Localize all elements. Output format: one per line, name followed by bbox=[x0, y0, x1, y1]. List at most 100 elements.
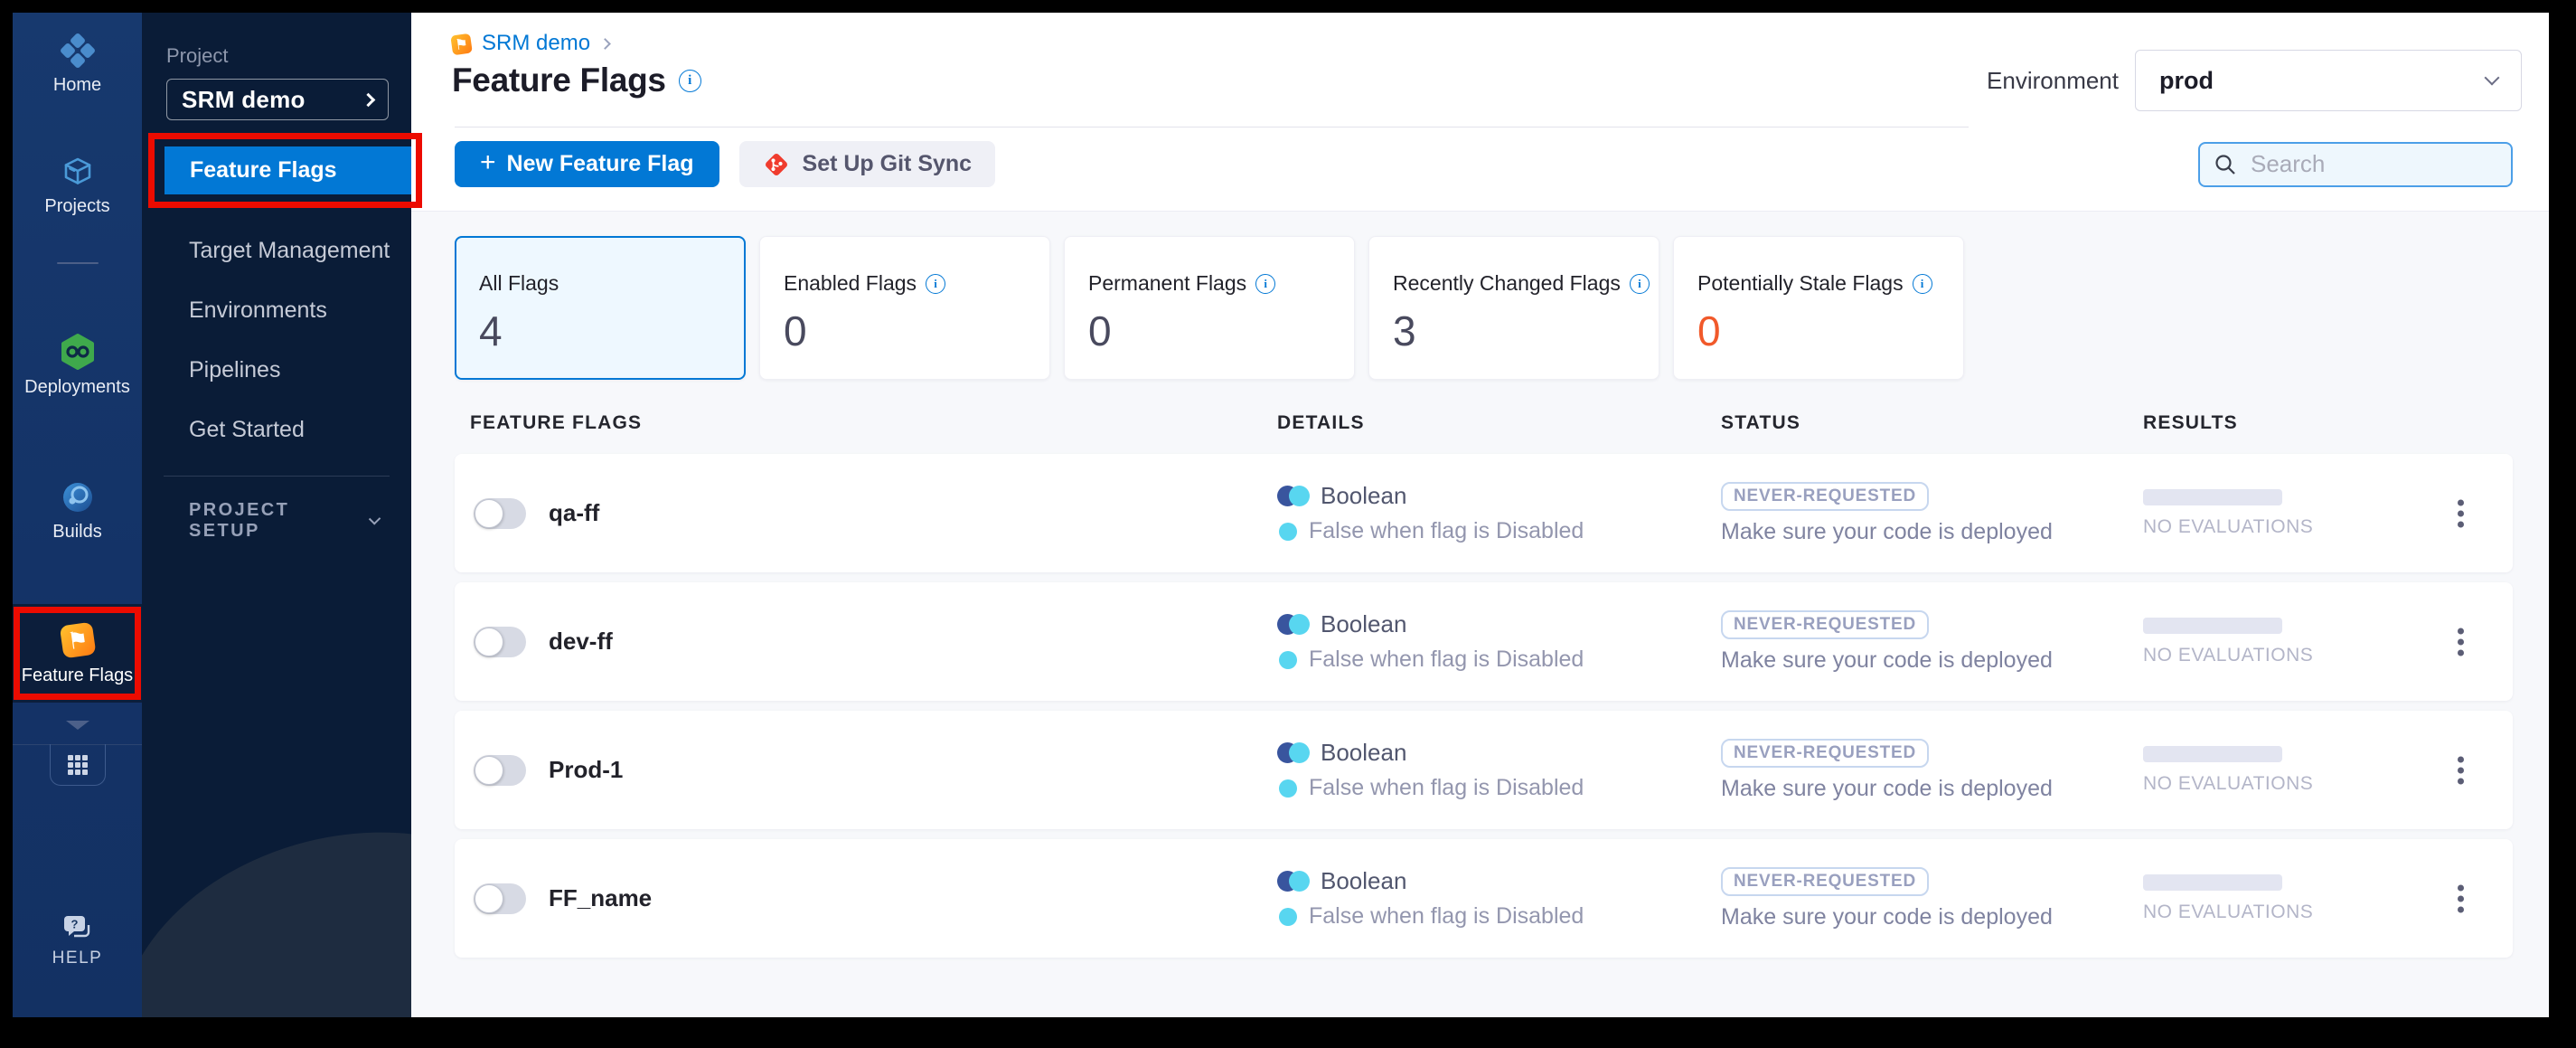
sidebar-item-label: Projects bbox=[44, 196, 110, 216]
stat-card-value: 0 bbox=[1697, 307, 1721, 354]
stat-card[interactable]: Potentially Stale Flags i 0 bbox=[1673, 236, 1964, 380]
stat-card-label: Permanent Flags bbox=[1088, 271, 1247, 295]
nav-item-pipelines[interactable]: Pipelines bbox=[142, 340, 411, 400]
flag-type: Boolean bbox=[1321, 867, 1407, 894]
row-menu-button[interactable] bbox=[2452, 751, 2469, 789]
feature-flag-row[interactable]: qa-ff Boolean False when flag is Disable… bbox=[455, 454, 2513, 572]
feature-flag-row[interactable]: FF_name Boolean False when flag is Disab… bbox=[455, 839, 2513, 958]
stat-card-label: Enabled Flags bbox=[784, 271, 917, 295]
stat-card[interactable]: Enabled Flags i 0 bbox=[759, 236, 1050, 380]
help-button[interactable]: ? HELP bbox=[13, 914, 142, 968]
column-header-feature-flags: FEATURE FLAGS bbox=[470, 412, 643, 433]
status-badge: NEVER-REQUESTED bbox=[1721, 609, 1930, 639]
stat-card-value: 4 bbox=[479, 307, 503, 354]
environment-select[interactable]: prod bbox=[2135, 50, 2522, 111]
nav-item-get-started[interactable]: Get Started bbox=[142, 400, 411, 459]
screenshot-frame: Home Projects Deployments Builds ⚑ Featu… bbox=[0, 0, 2576, 1048]
environment-label: Environment bbox=[1987, 66, 2119, 94]
app-window: Home Projects Deployments Builds ⚑ Featu… bbox=[13, 13, 2549, 1017]
collapse-chevron-icon[interactable] bbox=[65, 721, 89, 730]
project-setup-toggle[interactable]: PROJECT SETUP bbox=[189, 500, 381, 542]
info-icon[interactable]: i bbox=[1255, 273, 1276, 294]
column-header-status: STATUS bbox=[1721, 412, 1801, 433]
boolean-type-icon bbox=[1277, 871, 1310, 892]
stat-card[interactable]: Recently Changed Flags i 3 bbox=[1368, 236, 1659, 380]
info-icon[interactable]: i bbox=[1912, 273, 1932, 294]
status-note: Make sure your code is deployed bbox=[1721, 647, 2053, 673]
content-area: All Flags 4 Enabled Flags i 0 Permanent … bbox=[411, 212, 2549, 1017]
nav-item-environments[interactable]: Environments bbox=[142, 280, 411, 340]
flag-default-rule: False when flag is Disabled bbox=[1309, 903, 1584, 929]
variation-dot-icon bbox=[1279, 779, 1297, 798]
module-picker-button[interactable] bbox=[49, 744, 106, 786]
deployments-icon bbox=[61, 334, 94, 370]
status-badge: NEVER-REQUESTED bbox=[1721, 866, 1930, 896]
info-icon[interactable]: i bbox=[926, 273, 946, 294]
flag-name: FF_name bbox=[549, 884, 653, 911]
chevron-right-icon bbox=[599, 37, 611, 50]
row-menu-button[interactable] bbox=[2452, 622, 2469, 661]
project-selector[interactable]: SRM demo bbox=[166, 79, 389, 120]
page-title: Feature Flags bbox=[452, 61, 666, 99]
feature-flag-row[interactable]: dev-ff Boolean False when flag is Disabl… bbox=[455, 582, 2513, 701]
stat-card[interactable]: Permanent Flags i 0 bbox=[1064, 236, 1355, 380]
sidebar-item-label: Builds bbox=[52, 522, 102, 542]
chevron-down-icon bbox=[2484, 70, 2500, 86]
project-nav-list: Target Management Environments Pipelines… bbox=[142, 221, 411, 459]
nav-item-feature-flags[interactable]: Feature Flags bbox=[165, 146, 411, 194]
info-icon[interactable]: i bbox=[678, 69, 701, 92]
flag-toggle[interactable] bbox=[474, 754, 526, 786]
flag-toggle[interactable] bbox=[474, 626, 526, 657]
help-chat-icon: ? bbox=[63, 916, 89, 938]
stat-card-value: 0 bbox=[1088, 307, 1112, 354]
boolean-type-icon bbox=[1277, 486, 1310, 506]
flag-stat-cards: All Flags 4 Enabled Flags i 0 Permanent … bbox=[455, 236, 2513, 380]
breadcrumb-project-link[interactable]: SRM demo bbox=[482, 31, 590, 56]
sidebar-item-deployments[interactable]: Deployments bbox=[13, 333, 142, 398]
nav-item-target-management[interactable]: Target Management bbox=[142, 221, 411, 280]
sidebar-item-label: Deployments bbox=[24, 377, 130, 397]
module-sidebar: Home Projects Deployments Builds ⚑ Featu… bbox=[13, 13, 142, 1017]
sidebar-item-builds[interactable]: Builds bbox=[13, 479, 142, 543]
feature-flag-row[interactable]: Prod-1 Boolean False when flag is Disabl… bbox=[455, 711, 2513, 829]
stat-card-label: All Flags bbox=[479, 271, 559, 295]
row-menu-button[interactable] bbox=[2452, 879, 2469, 918]
page-header: ⚑ SRM demo Feature Flags i Environment p… bbox=[411, 13, 2549, 212]
environment-value: prod bbox=[2159, 66, 2214, 94]
flag-type: Boolean bbox=[1321, 610, 1407, 637]
annotation-box-sidebar[interactable]: ⚑ Feature Flags bbox=[14, 607, 141, 700]
column-header-details: DETAILS bbox=[1277, 412, 1365, 433]
variation-dot-icon bbox=[1279, 522, 1297, 541]
flag-name: Prod-1 bbox=[549, 756, 624, 783]
flag-toggle[interactable] bbox=[474, 883, 526, 914]
search-icon bbox=[2215, 154, 2235, 175]
flag-toggle[interactable] bbox=[474, 497, 526, 529]
toolbar: + New Feature Flag Set Up Git Sync bbox=[455, 141, 2549, 187]
stat-card[interactable]: All Flags 4 bbox=[455, 236, 746, 380]
chevron-down-icon bbox=[368, 513, 381, 525]
toggle-knob bbox=[475, 755, 503, 785]
plus-icon: + bbox=[480, 147, 496, 177]
search-input[interactable] bbox=[2251, 150, 2549, 178]
sidebar-item-label: Home bbox=[52, 75, 102, 95]
sidebar-item-projects[interactable]: Projects bbox=[13, 154, 142, 217]
sidebar-divider bbox=[56, 262, 99, 264]
stat-card-value: 0 bbox=[784, 307, 807, 354]
status-note: Make sure your code is deployed bbox=[1721, 775, 2053, 801]
variation-dot-icon bbox=[1279, 907, 1297, 926]
stat-card-value: 3 bbox=[1393, 307, 1416, 354]
breadcrumb: ⚑ SRM demo bbox=[450, 31, 611, 56]
feature-flags-icon: ⚑ bbox=[60, 622, 95, 658]
row-menu-button[interactable] bbox=[2452, 494, 2469, 533]
chevron-right-icon bbox=[361, 92, 376, 107]
set-up-git-sync-button[interactable]: Set Up Git Sync bbox=[738, 141, 996, 187]
nav-divider bbox=[164, 476, 390, 477]
sidebar-item-home[interactable]: Home bbox=[13, 33, 142, 96]
toggle-knob bbox=[475, 627, 503, 656]
info-icon[interactable]: i bbox=[1629, 273, 1650, 294]
projects-icon bbox=[64, 157, 90, 184]
grid-icon bbox=[67, 754, 88, 775]
status-note: Make sure your code is deployed bbox=[1721, 518, 2053, 544]
new-feature-flag-button[interactable]: + New Feature Flag bbox=[455, 141, 719, 187]
search-box[interactable] bbox=[2198, 141, 2549, 187]
